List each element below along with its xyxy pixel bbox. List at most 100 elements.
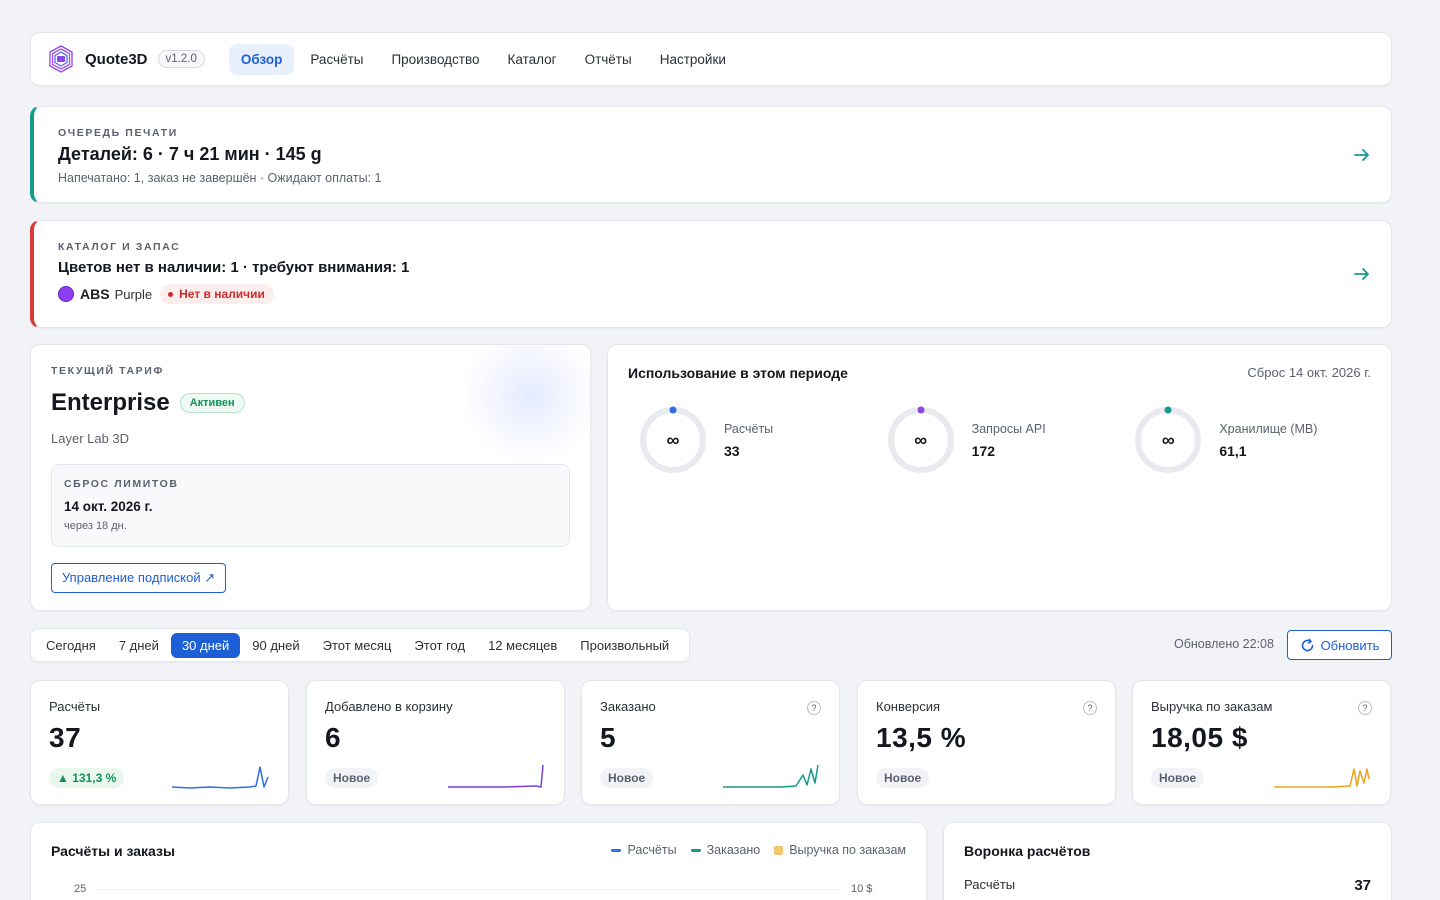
y-axis-right-tick: 10 $	[851, 883, 873, 895]
help-icon[interactable]: ?	[1083, 701, 1097, 715]
chart-gridline	[96, 889, 841, 890]
usage-item: ∞ Хранилище (MB) 61,1	[1123, 405, 1371, 475]
help-icon[interactable]: ?	[1358, 701, 1372, 715]
usage-card: Использование в этом периоде Сброс 14 ок…	[607, 344, 1392, 611]
nav-item[interactable]: Настройки	[648, 44, 738, 75]
kpi-card: Расчёты 37 ▲ 131,3 %	[30, 680, 289, 805]
nav-item[interactable]: Обзор	[228, 43, 295, 75]
kpi-trend-badge: ▲ 131,3 %	[49, 768, 125, 788]
queue-overline: Очередь печати	[58, 127, 178, 139]
filament-color: Purple	[114, 286, 153, 302]
funnel-row: Расчёты 37	[964, 877, 1371, 894]
usage-value: 33	[724, 442, 740, 459]
range-option[interactable]: 30 дней	[170, 632, 241, 658]
sparkline	[171, 766, 269, 789]
catalog-overline: Каталог и запас	[58, 241, 181, 253]
funnel-title: Воронка расчётов	[964, 843, 1091, 859]
out-of-stock-badge: Нет в наличии	[160, 284, 274, 304]
orders-chart-card: Расчёты и заказы Расчёты Заказано Выручка …	[30, 822, 927, 900]
catalog-headline: Цветов нет в наличии: 1 · требуют вниман…	[58, 259, 410, 276]
usage-name: Запросы API	[971, 421, 1046, 436]
range-option[interactable]: 7 дней	[108, 633, 170, 658]
nav-item[interactable]: Отчёты	[573, 44, 644, 75]
funnel-row-value: 37	[1354, 877, 1371, 894]
status-dot-icon	[168, 291, 174, 297]
kpi-value: 37	[49, 722, 82, 753]
filament-type: ABS	[80, 286, 110, 302]
app-logo-icon[interactable]	[45, 43, 77, 75]
legend-item[interactable]: Расчёты	[611, 843, 677, 857]
sparkline	[448, 764, 544, 788]
help-icon[interactable]: ?	[807, 701, 821, 715]
chart-legend: Расчёты Заказано Выручка по заказам	[597, 843, 906, 857]
catalog-stock-card[interactable]: Каталог и запас Цветов нет в наличии: 1 …	[30, 220, 1392, 328]
arrow-right-icon[interactable]	[1353, 265, 1371, 283]
limits-reset-box: Сброс лимитов 14 окт. 2026 г. через 18 д…	[51, 464, 570, 547]
range-option[interactable]: 12 месяцев	[477, 633, 568, 658]
decorative-glow	[460, 345, 590, 465]
refresh-icon	[1301, 638, 1313, 651]
legend-label: Выручка по заказам	[789, 843, 906, 857]
refresh-label: Обновить	[1320, 637, 1380, 653]
sparkline	[723, 764, 819, 788]
kpi-trend-badge: Новое	[876, 768, 930, 788]
usage-limit: ∞	[666, 429, 680, 450]
usage-value: 172	[971, 442, 996, 459]
reset-date: 14 окт. 2026 г.	[64, 499, 153, 514]
kpi-label: Конверсия	[876, 699, 941, 714]
reset-overline: Сброс лимитов	[64, 478, 179, 490]
kpi-value: 6	[325, 722, 342, 753]
usage-item: ∞ Запросы API 172	[876, 405, 1124, 475]
kpi-trend-badge: Новое	[325, 768, 379, 788]
range-option[interactable]: 90 дней	[241, 633, 310, 658]
print-queue-card[interactable]: Очередь печати Деталей: 6 · 7 ч 21 мин ·…	[30, 106, 1392, 203]
queue-subtitle: Напечатано: 1, заказ не завершён · Ожида…	[58, 171, 382, 185]
y-axis-left-tick: 25	[74, 883, 87, 895]
nav-item[interactable]: Каталог	[496, 44, 569, 75]
last-updated-label: Обновлено 22:08	[1174, 637, 1274, 651]
kpi-value: 18,05 $	[1151, 722, 1248, 753]
legend-label: Расчёты	[627, 843, 677, 857]
color-swatch	[58, 286, 74, 302]
usage-ring: ∞	[886, 405, 956, 475]
sparkline	[1274, 768, 1370, 788]
usage-value: 61,1	[1219, 442, 1247, 459]
top-nav: Quote3D v1.2.0 Обзор Расчёты Производство К…	[30, 32, 1392, 86]
legend-item[interactable]: Выручка по заказам	[774, 843, 906, 857]
kpi-card: Заказано 5 Новое?	[581, 680, 840, 805]
kpi-label: Добавлено в корзину	[325, 699, 453, 714]
usage-ring: ∞	[1133, 405, 1203, 475]
reset-countdown: через 18 дн.	[64, 520, 127, 532]
usage-reset-date: Сброс 14 окт. 2026 г.	[1247, 365, 1371, 380]
range-option[interactable]: Сегодня	[35, 633, 107, 658]
kpi-value: 5	[600, 722, 617, 753]
refresh-button[interactable]: Обновить	[1287, 630, 1392, 660]
plan-status-badge: Активен	[179, 393, 245, 413]
out-of-stock-label: Нет в наличии	[179, 287, 265, 301]
main-nav: Обзор Расчёты Производство Каталог Отчёты Нас…	[228, 43, 742, 75]
usage-name: Расчёты	[724, 421, 774, 436]
range-option[interactable]: Этот год	[403, 633, 476, 658]
kpi-label: Выручка по заказам	[1151, 699, 1273, 714]
kpi-label: Заказано	[600, 699, 656, 714]
range-option[interactable]: Этот месяц	[312, 633, 403, 658]
nav-item[interactable]: Производство	[379, 44, 491, 75]
kpi-value: 13,5 %	[876, 722, 967, 753]
nav-item[interactable]: Расчёты	[298, 44, 375, 75]
usage-ring: ∞	[638, 405, 708, 475]
legend-swatch	[774, 845, 784, 855]
plan-name: Enterprise	[51, 389, 170, 416]
manage-subscription-button[interactable]: Управление подпиской ↗	[51, 563, 227, 593]
arrow-right-icon[interactable]	[1353, 146, 1371, 164]
range-option[interactable]: Произвольный	[569, 633, 680, 658]
version-badge: v1.2.0	[157, 50, 205, 68]
queue-headline: Деталей: 6 · 7 ч 21 мин · 145 g	[58, 144, 322, 164]
legend-item[interactable]: Заказано	[690, 843, 760, 857]
filament-item: ABS Purple Нет в наличии	[58, 284, 1367, 304]
kpi-card: Конверсия 13,5 % Новое?	[857, 680, 1116, 805]
date-range-selector: Сегодня 7 дней 30 дней 90 дней Этот месяц Это…	[30, 628, 690, 662]
app-name: Quote3D	[85, 50, 148, 68]
funnel-card: Воронка расчётов Расчёты 37	[943, 822, 1392, 900]
kpi-card: Выручка по заказам 18,05 $ Новое?	[1132, 680, 1391, 805]
kpi-trend-badge: Новое	[1151, 768, 1205, 788]
